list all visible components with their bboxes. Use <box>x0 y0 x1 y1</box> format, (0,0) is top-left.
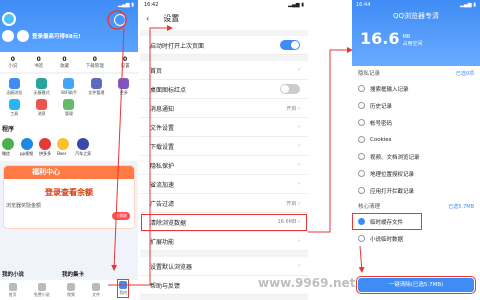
toggle-switch[interactable] <box>280 40 300 50</box>
app-item[interactable]: 拼多多 <box>39 138 52 157</box>
welfare-title: 福利中心 <box>4 166 134 179</box>
checkbox-checked[interactable] <box>358 218 365 225</box>
app-row: 微信 pp视频 拼多多 Beer 汽车之家 <box>0 136 138 161</box>
checkbox[interactable] <box>358 136 365 143</box>
setting-row-notify[interactable]: 消息通知 开启 › <box>140 99 308 118</box>
checkbox[interactable] <box>358 85 365 92</box>
app-item[interactable]: pp视频 <box>20 138 33 157</box>
setting-row-extensions[interactable]: 扩展功能 › <box>140 232 308 251</box>
clean-option[interactable]: 搜索框输入记录 <box>352 80 480 97</box>
welfare-subtext: 浏览器奖励金额 <box>6 203 42 209</box>
tool-item[interactable]: 无痕模式 <box>29 78 53 96</box>
setting-row-adblock[interactable]: 广告过滤 开启 › <box>140 194 308 213</box>
checkbox[interactable] <box>358 235 365 242</box>
promo-icon <box>2 30 14 42</box>
tab-home[interactable]: 首页 <box>8 283 17 298</box>
clear-all-button[interactable]: 一键清除(已选5.7MB) <box>356 276 476 294</box>
setting-row-clear-data[interactable]: 清除浏览数据 16.6MB › <box>140 213 308 232</box>
status-bar: 16:44 ▂▄▆ ▮ <box>356 2 476 8</box>
clean-option[interactable]: 视频、文档浏览记录 <box>352 148 480 165</box>
avatar[interactable] <box>2 12 16 26</box>
tool-item[interactable]: 工具 <box>2 99 26 117</box>
setting-row-datasaver[interactable]: 省流加速 › <box>140 175 308 194</box>
user-icon <box>119 281 128 289</box>
clean-option[interactable]: 应用打开拦截记录 <box>352 182 480 199</box>
bottom-tabbar: 首页 免费小说 视频 文件 我的 <box>0 279 138 300</box>
setting-row-files[interactable]: 文件设置 › <box>140 118 308 137</box>
back-icon[interactable]: ‹ <box>146 14 149 23</box>
toggle-switch[interactable] <box>280 84 300 94</box>
checkbox[interactable] <box>358 153 365 160</box>
status-bar: ▂▄▆ ▮ <box>118 2 134 8</box>
tool-item[interactable]: 管理 <box>57 99 81 117</box>
promo-text: 登录最高可得88元! <box>32 34 81 40</box>
file-icon <box>92 283 101 291</box>
home-icon <box>8 283 17 291</box>
space-summary: 16.6 MB 占用空间 <box>360 29 423 48</box>
tool-item[interactable]: 无痕浏览 <box>2 78 26 96</box>
tool-item[interactable]: 消息 <box>29 99 53 117</box>
tool-item[interactable]: WiFi助手 <box>57 78 81 96</box>
checkbox[interactable] <box>358 170 365 177</box>
settings-header: 16:42 ▂▄▆ ▮ ‹ 设置 <box>140 0 308 30</box>
checkbox[interactable] <box>358 119 365 126</box>
browser-home-panel: ▂▄▆ ▮ 登录最高可得88元! 0 小说 0 书签 0 收藏 0 下载管理 0 设置 无… <box>0 0 138 300</box>
app-item[interactable]: 汽车之家 <box>75 138 91 157</box>
my-novels-label[interactable]: 我的小说 <box>2 270 24 278</box>
tab-video[interactable]: 视频 <box>66 283 75 298</box>
setting-row-privacy[interactable]: 隐私保护 › <box>140 156 308 175</box>
settings-gear-icon[interactable] <box>114 14 126 26</box>
setting-row-download[interactable]: 下载设置 › <box>140 137 308 156</box>
setting-row-home[interactable]: 首页 › <box>140 61 308 80</box>
page-title: 设置 <box>163 13 180 23</box>
setting-row-badge[interactable]: 桌面图标红点 <box>140 80 308 99</box>
welfare-card[interactable]: 福利中心 登录查看余额 浏览器奖励金额 去领取 <box>3 165 135 229</box>
watermark: www.9969.net <box>258 276 356 290</box>
stat-item[interactable]: 0 收藏 <box>60 56 69 69</box>
video-icon <box>66 283 75 291</box>
navbar: ‹ 设置 <box>140 10 308 26</box>
cleaner-header: 16:44 ▂▄▆ ▮ QQ浏览器专清 16.6 MB 占用空间 <box>352 0 480 66</box>
status-bar: 16:42 ▂▄▆ ▮ <box>144 2 304 8</box>
tool-item[interactable]: 更多 <box>112 78 136 96</box>
tab-me[interactable]: 我的 <box>117 279 130 298</box>
clean-option-temp-cache[interactable]: 临时缓存文件 <box>352 213 422 230</box>
clean-option[interactable]: 历史记录 <box>352 97 480 114</box>
tab-novels[interactable]: 免费小说 <box>34 283 50 298</box>
app-item[interactable]: 微信 <box>2 138 14 157</box>
checkbox[interactable] <box>358 187 365 194</box>
category-privacy: 隐私记录 已选0项 <box>358 70 474 78</box>
page-title: QQ浏览器专清 <box>392 12 440 20</box>
setting-row-default-browser[interactable]: 设置默认浏览器 › <box>140 257 308 276</box>
welfare-headline: 登录查看余额 <box>45 188 93 197</box>
stat-item[interactable]: 0 下载管理 <box>86 56 104 69</box>
login-promo[interactable]: 登录最高可得88元! <box>0 30 138 42</box>
cleaner-panel: 16:44 ▂▄▆ ▮ QQ浏览器专清 16.6 MB 占用空间 隐私记录 已选0项 … <box>352 0 480 300</box>
my-cards-label[interactable]: 我的集卡 <box>62 270 84 278</box>
category-core: 核心清理 已选5.7MB <box>358 203 474 211</box>
welfare-claim-button[interactable]: 去领取 <box>112 212 130 220</box>
profile-header: ▂▄▆ ▮ 登录最高可得88元! <box>0 0 138 52</box>
tool-grid: 无痕浏览 无痕模式 WiFi助手 文件管理 更多 工具 消息 管理 <box>0 74 138 121</box>
clean-option[interactable]: 帐号密码 <box>352 114 480 131</box>
setting-row-restore-last-page[interactable]: 启动时打开上次页面 <box>140 36 308 55</box>
tool-item[interactable]: 文件管理 <box>84 78 108 96</box>
clean-option[interactable]: 地理位置授权记录 <box>352 165 480 182</box>
stat-item[interactable]: 0 设置 <box>121 56 130 69</box>
tab-files[interactable]: 文件 <box>92 283 101 298</box>
promo-icon-2 <box>17 30 29 42</box>
settings-panel: 16:42 ▂▄▆ ▮ ‹ 设置 启动时打开上次页面 首页 › 桌面图标红点 消息通… <box>140 0 308 300</box>
arrow-to-cleaner <box>308 47 353 233</box>
book-icon <box>37 283 46 291</box>
checkbox[interactable] <box>358 102 365 109</box>
section-title: 程序 <box>0 121 138 136</box>
stat-item[interactable]: 0 小说 <box>8 56 17 69</box>
clean-option[interactable]: 小说临时数据 <box>352 230 480 247</box>
stat-item[interactable]: 0 书签 <box>34 56 43 69</box>
shortcut-stats: 0 小说 0 书签 0 收藏 0 下载管理 0 设置 <box>0 52 138 72</box>
app-item[interactable]: Beer <box>57 138 70 157</box>
clean-option[interactable]: Cookies <box>352 131 480 148</box>
